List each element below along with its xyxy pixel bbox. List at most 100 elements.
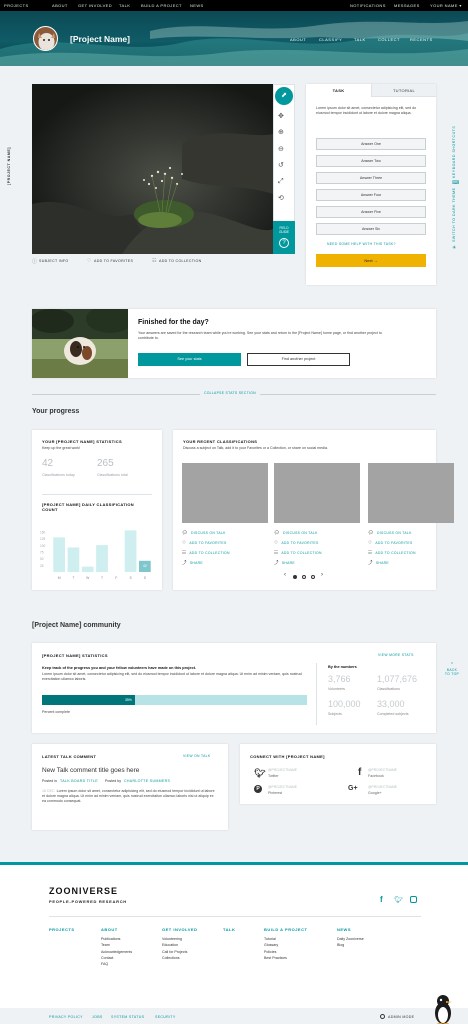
- project-avatar[interactable]: [33, 26, 58, 51]
- footer-link[interactable]: Volunteering: [162, 936, 182, 942]
- footer-link[interactable]: Publications: [101, 936, 120, 942]
- project-nav-classify[interactable]: CLASSIFY: [319, 37, 342, 42]
- pointer-tool-icon[interactable]: ⬈: [275, 87, 293, 105]
- footer-link[interactable]: Team: [101, 942, 110, 948]
- tab-task[interactable]: TASK: [306, 84, 371, 97]
- footer-heading-about[interactable]: ABOUT: [101, 927, 118, 932]
- recent-action-share[interactable]: ⤴ SHARE: [368, 560, 389, 566]
- find-another-project-button[interactable]: Find another project: [247, 353, 350, 366]
- recent-thumbnail[interactable]: [368, 463, 454, 523]
- recent-action-share[interactable]: ⤴ SHARE: [182, 560, 203, 566]
- recent-thumbnail[interactable]: [182, 463, 268, 523]
- privacy-policy-link[interactable]: PRIVACY POLICY: [49, 1015, 83, 1019]
- project-nav-collect[interactable]: COLLECT: [378, 37, 400, 42]
- footer-link[interactable]: FAQ: [101, 961, 108, 967]
- carousel-next-icon[interactable]: ›: [321, 572, 323, 578]
- nav-projects[interactable]: PROJECTS: [4, 3, 29, 8]
- footer-heading-build-a-project[interactable]: BUILD A PROJECT: [264, 927, 307, 932]
- answer-one-button[interactable]: Answer One: [316, 138, 426, 150]
- answer-six-button[interactable]: Answer Six: [316, 223, 426, 235]
- back-to-top-button[interactable]: ⌃ BACK TO TOP: [444, 662, 460, 676]
- nav-user-menu[interactable]: YOUR NAME ▾: [430, 3, 462, 8]
- admin-mode-label: ADMIN MODE: [388, 1015, 415, 1019]
- footer-link[interactable]: Blog: [337, 942, 344, 948]
- footer-link[interactable]: Glossary: [264, 942, 278, 948]
- recent-action-discuss-on-talk[interactable]: 💬︎ DISCUSS ON TALK: [182, 530, 226, 536]
- collapse-stats-link[interactable]: COLLAPSE STATS SECTION: [200, 391, 260, 395]
- security-link[interactable]: SECURITY: [155, 1015, 176, 1019]
- carousel-prev-icon[interactable]: ‹: [284, 572, 286, 578]
- add-to-collection-link[interactable]: ADD TO COLLECTION: [159, 259, 202, 263]
- footer-heading-news[interactable]: NEWS: [337, 927, 351, 932]
- recent-action-add-to-collection[interactable]: ☷ ADD TO COLLECTION: [182, 550, 230, 556]
- footer-link[interactable]: Best Practices: [264, 955, 287, 961]
- talk-board-link[interactable]: TALK BOARD TITLE: [60, 779, 98, 783]
- nav-messages[interactable]: MESSAGES: [394, 3, 420, 8]
- task-help-link[interactable]: NEED SOME HELP WITH THIS TASK?: [327, 242, 396, 246]
- project-nav-about[interactable]: ABOUT: [290, 37, 306, 42]
- recent-action-add-to-favorites[interactable]: ♡ ADD TO FAVORITES: [368, 540, 413, 546]
- project-title[interactable]: [Project Name]: [70, 34, 130, 44]
- next-button[interactable]: Next →: [316, 254, 426, 267]
- fullscreen-icon[interactable]: ⤢: [278, 178, 284, 186]
- carousel-dot-2[interactable]: [302, 575, 306, 579]
- move-icon[interactable]: ✥: [278, 112, 284, 120]
- nav-build-a-project[interactable]: BUILD A PROJECT: [141, 3, 182, 8]
- reset-icon[interactable]: ⟲: [278, 194, 284, 202]
- project-nav-recents[interactable]: RECENTS: [410, 37, 433, 42]
- nav-get-involved[interactable]: GET INVOLVED: [78, 3, 112, 8]
- keyboard-shortcuts-link[interactable]: KEYBOARD SHORTCUTS: [452, 126, 456, 178]
- talk-author-link[interactable]: CHARLOTTE SUMMERS: [124, 779, 170, 783]
- footer-heading-get-involved[interactable]: GET INVOLVED: [162, 927, 197, 932]
- tab-tutorial[interactable]: TUTORIAL: [371, 84, 436, 97]
- talk-comment-title[interactable]: New Talk comment title goes here: [42, 767, 139, 774]
- zooniverse-logo[interactable]: ZOONIVERSE: [49, 886, 118, 896]
- footer-link[interactable]: Collections: [162, 955, 180, 961]
- field-guide-button[interactable]: FIELD GUIDE ?: [273, 221, 295, 254]
- recent-action-discuss-on-talk[interactable]: 💬︎ DISCUSS ON TALK: [368, 530, 412, 536]
- recent-action-add-to-favorites[interactable]: ♡ ADD TO FAVORITES: [182, 540, 227, 546]
- facebook-footer-icon[interactable]: f: [380, 895, 383, 904]
- answer-four-button[interactable]: Answer Four: [316, 189, 426, 201]
- answer-three-button[interactable]: Answer Three: [316, 172, 426, 184]
- answer-five-button[interactable]: Answer Five: [316, 206, 426, 218]
- recent-action-add-to-collection[interactable]: ☷ ADD TO COLLECTION: [368, 550, 416, 556]
- footer-link[interactable]: Call for Projects: [162, 949, 187, 955]
- view-on-talk-link[interactable]: VIEW ON TALK: [183, 754, 210, 758]
- recent-thumbnail[interactable]: [274, 463, 360, 523]
- footer-link[interactable]: Education: [162, 942, 178, 948]
- rotate-icon[interactable]: ↺: [278, 161, 284, 169]
- footer-link[interactable]: Tutorial: [264, 936, 276, 942]
- jobs-link[interactable]: JOBS: [92, 1015, 103, 1019]
- carousel-dot-1[interactable]: [293, 575, 297, 579]
- recent-action-add-to-collection[interactable]: ☷ ADD TO COLLECTION: [274, 550, 322, 556]
- view-more-stats-link[interactable]: VIEW MORE STATS: [378, 653, 414, 657]
- answer-two-button[interactable]: Answer Two: [316, 155, 426, 167]
- instagram-footer-icon[interactable]: [410, 896, 417, 903]
- footer-link[interactable]: Contact: [101, 955, 113, 961]
- recent-action-add-to-favorites[interactable]: ♡ ADD TO FAVORITES: [274, 540, 319, 546]
- add-to-favorites-link[interactable]: ADD TO FAVORITES: [94, 259, 133, 263]
- footer-link[interactable]: Acknowledgements: [101, 949, 132, 955]
- zoom-in-icon[interactable]: ⊕: [278, 128, 284, 136]
- see-your-stats-button[interactable]: See your stats: [138, 353, 241, 366]
- carousel-dot-3[interactable]: [311, 575, 315, 579]
- footer-heading-talk[interactable]: TALK: [223, 927, 235, 932]
- nav-notifications[interactable]: NOTIFICATIONS: [350, 3, 386, 8]
- twitter-footer-icon[interactable]: 🐦︎: [394, 896, 403, 904]
- dark-theme-toggle[interactable]: SWITCH TO DARK THEME: [452, 187, 456, 242]
- nav-about[interactable]: ABOUT: [52, 3, 68, 8]
- footer-heading-projects[interactable]: PROJECTS: [49, 927, 75, 932]
- nav-talk[interactable]: TALK: [119, 3, 130, 8]
- system-status-link[interactable]: SYSTEM STATUS: [111, 1015, 144, 1019]
- footer-link[interactable]: Daily Zooniverse: [337, 936, 364, 942]
- project-nav-talk[interactable]: TALK: [354, 37, 366, 42]
- recent-action-discuss-on-talk[interactable]: 💬︎ DISCUSS ON TALK: [274, 530, 318, 536]
- nav-news[interactable]: NEWS: [190, 3, 204, 8]
- subject-image[interactable]: [32, 84, 273, 254]
- zoom-out-icon[interactable]: ⊖: [278, 145, 284, 153]
- footer-link[interactable]: Policies: [264, 949, 276, 955]
- admin-mode-checkbox[interactable]: [380, 1014, 385, 1019]
- recent-action-share[interactable]: ⤴ SHARE: [274, 560, 295, 566]
- subject-info-link[interactable]: SUBJECT INFO: [39, 259, 69, 263]
